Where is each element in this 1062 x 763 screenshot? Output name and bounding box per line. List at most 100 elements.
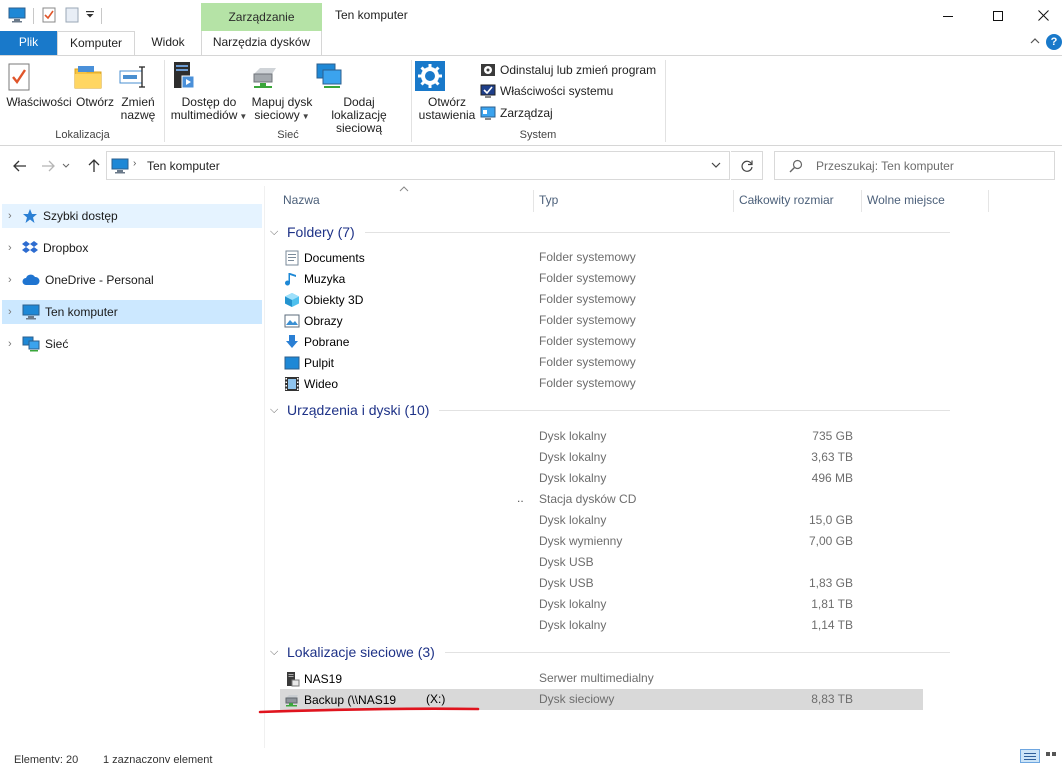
list-item[interactable]: NAS19 Serwer multimedialny xyxy=(280,668,923,689)
list-item[interactable]: Dysk lokalny 496 MB xyxy=(280,468,923,489)
help-icon[interactable]: ? xyxy=(1046,34,1062,50)
list-item[interactable]: Wideo Folder systemowy xyxy=(280,373,923,394)
tab-computer[interactable]: Komputer xyxy=(57,31,135,56)
expand-chevron-icon[interactable]: › xyxy=(2,274,22,286)
computer-icon xyxy=(22,304,40,320)
folder-open-icon xyxy=(73,62,117,92)
column-header-type[interactable]: Typ xyxy=(539,186,729,214)
group-header-network-locations[interactable]: ⌵ Lokalizacje sieciowe (3) xyxy=(270,642,950,662)
nav-item-onedrive[interactable]: › OneDrive - Personal xyxy=(2,268,262,292)
document-folder-icon xyxy=(284,250,300,266)
refresh-button[interactable] xyxy=(731,151,763,180)
computer-icon xyxy=(111,158,129,174)
list-item[interactable]: Dysk USB xyxy=(280,552,923,573)
manage-button[interactable]: Zarządzaj xyxy=(480,103,553,123)
group-header-folders[interactable]: ⌵ Foldery (7) xyxy=(270,222,950,242)
video-folder-icon xyxy=(284,376,300,392)
status-item-count: Elementy: 20 xyxy=(14,754,79,763)
list-item[interactable]: Obrazy Folder systemowy xyxy=(280,310,923,331)
open-settings-button[interactable]: Otwórz ustawienia xyxy=(414,60,480,122)
column-header-free-space[interactable]: Wolne miejsce xyxy=(867,186,987,214)
nav-item-dropbox[interactable]: › Dropbox xyxy=(2,236,262,260)
computer-management-icon xyxy=(480,105,496,121)
open-button[interactable]: Otwórz xyxy=(73,62,117,109)
media-access-button[interactable]: Dostęp do multimediów ▼ xyxy=(168,60,250,123)
pictures-folder-icon xyxy=(284,313,300,329)
rename-icon xyxy=(118,62,158,92)
properties-icon xyxy=(6,62,72,92)
collapse-ribbon-chevron-icon[interactable] xyxy=(1030,36,1040,46)
computer-icon[interactable] xyxy=(8,7,26,23)
breadcrumb-chevron-icon[interactable]: › xyxy=(133,158,136,169)
tab-drive-tools[interactable]: Narzędzia dysków xyxy=(201,31,322,55)
close-button[interactable] xyxy=(1020,0,1062,31)
up-button[interactable] xyxy=(83,155,105,177)
map-network-drive-button[interactable]: Mapuj dysk sieciowy ▼ xyxy=(250,60,314,123)
maximize-button[interactable] xyxy=(975,0,1021,31)
collapse-chevron-icon[interactable]: ⌵ xyxy=(270,226,287,239)
network-location-icon xyxy=(314,60,404,92)
nav-item-this-pc[interactable]: › Ten komputer xyxy=(2,300,262,324)
column-header-total-size[interactable]: Całkowity rozmiar xyxy=(739,186,859,214)
address-row: › Ten komputer Przeszukaj: Ten komputer xyxy=(0,147,1062,185)
search-box[interactable]: Przeszukaj: Ten komputer xyxy=(774,151,1055,180)
group-label-system: System xyxy=(519,129,557,141)
list-item[interactable]: Pobrane Folder systemowy xyxy=(280,331,923,352)
media-server-icon xyxy=(168,60,250,92)
list-item[interactable]: Dysk lokalny 15,0 GB xyxy=(280,510,923,531)
system-properties-button[interactable]: Właściwości systemu xyxy=(480,81,613,101)
list-item[interactable]: Dysk lokalny 735 GB xyxy=(280,426,923,447)
properties-qat-icon[interactable] xyxy=(42,7,56,23)
list-item[interactable]: Documents Folder systemowy xyxy=(280,247,923,268)
downloads-folder-icon xyxy=(284,334,300,350)
ribbon-tabs: Plik Komputer Widok Narzędzia dysków ? xyxy=(0,31,1062,56)
status-bar: Elementy: 20 1 zaznaczony element xyxy=(0,748,1062,763)
expand-chevron-icon[interactable]: › xyxy=(2,210,22,222)
media-server-icon xyxy=(284,671,300,687)
nav-item-network[interactable]: › Sieć xyxy=(2,332,262,356)
address-dropdown-chevron-icon[interactable] xyxy=(711,162,721,168)
breadcrumb-path[interactable]: Ten komputer xyxy=(147,159,220,173)
uninstall-program-button[interactable]: Odinstaluj lub zmień program xyxy=(480,60,656,80)
minimize-button[interactable] xyxy=(925,0,971,31)
title-bar: Zarządzanie Ten komputer xyxy=(0,0,1062,31)
rename-button[interactable]: Zmień nazwę xyxy=(118,62,158,122)
list-item[interactable]: .. Stacja dysków CD xyxy=(280,489,923,510)
tab-file[interactable]: Plik xyxy=(0,31,57,55)
list-item[interactable]: Dysk lokalny 1,81 TB xyxy=(280,594,923,615)
forward-button[interactable] xyxy=(37,155,59,177)
column-header-name[interactable]: Nazwa xyxy=(283,186,530,214)
list-item[interactable]: Dysk lokalny 3,63 TB xyxy=(280,447,923,468)
window-title: Ten komputer xyxy=(335,8,408,22)
list-item[interactable]: Dysk wymienny 7,00 GB xyxy=(280,531,923,552)
expand-chevron-icon[interactable]: › xyxy=(2,242,22,254)
contextual-tab-header: Zarządzanie xyxy=(201,3,322,31)
list-item[interactable]: Obiekty 3D Folder systemowy xyxy=(280,289,923,310)
details-view-button[interactable] xyxy=(1020,749,1040,763)
file-list: Nazwa Typ Całkowity rozmiar Wolne miejsc… xyxy=(258,186,1062,748)
list-item[interactable]: Dysk USB 1,83 GB xyxy=(280,573,923,594)
search-icon xyxy=(789,159,803,173)
3d-objects-icon xyxy=(284,292,300,308)
expand-chevron-icon[interactable]: › xyxy=(2,306,22,318)
address-bar[interactable]: › Ten komputer xyxy=(106,151,730,180)
collapse-chevron-icon[interactable]: ⌵ xyxy=(270,646,287,659)
nav-item-quick-access[interactable]: › Szybki dostęp xyxy=(2,204,262,228)
desktop-folder-icon xyxy=(284,355,300,371)
search-placeholder: Przeszukaj: Ten komputer xyxy=(816,159,954,173)
recent-locations-chevron-icon[interactable] xyxy=(60,155,72,177)
tab-view[interactable]: Widok xyxy=(135,31,201,55)
collapse-chevron-icon[interactable]: ⌵ xyxy=(270,404,287,417)
customize-qat-chevron-icon[interactable] xyxy=(85,9,95,19)
group-header-devices[interactable]: ⌵ Urządzenia i dyski (10) xyxy=(270,400,950,420)
list-item[interactable]: Muzyka Folder systemowy xyxy=(280,268,923,289)
large-icons-view-button[interactable] xyxy=(1044,749,1060,763)
list-item[interactable]: Dysk lokalny 1,14 TB xyxy=(280,615,923,636)
expand-chevron-icon[interactable]: › xyxy=(2,338,22,350)
add-network-location-button[interactable]: Dodaj lokalizację sieciową xyxy=(314,60,404,135)
network-drive-icon xyxy=(250,60,314,92)
new-folder-qat-icon[interactable] xyxy=(65,7,79,23)
list-item[interactable]: Pulpit Folder systemowy xyxy=(280,352,923,373)
properties-button[interactable]: Właściwości xyxy=(6,62,72,109)
back-button[interactable] xyxy=(9,155,31,177)
